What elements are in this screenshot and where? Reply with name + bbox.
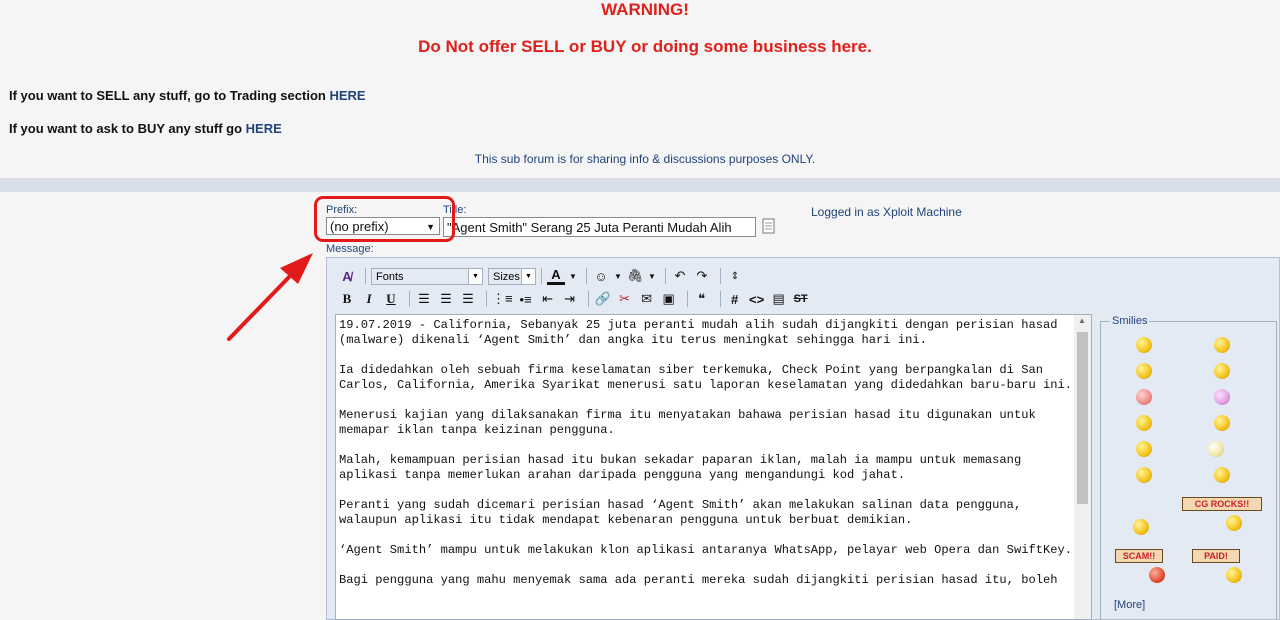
annotation-arrow-icon: [227, 253, 313, 341]
